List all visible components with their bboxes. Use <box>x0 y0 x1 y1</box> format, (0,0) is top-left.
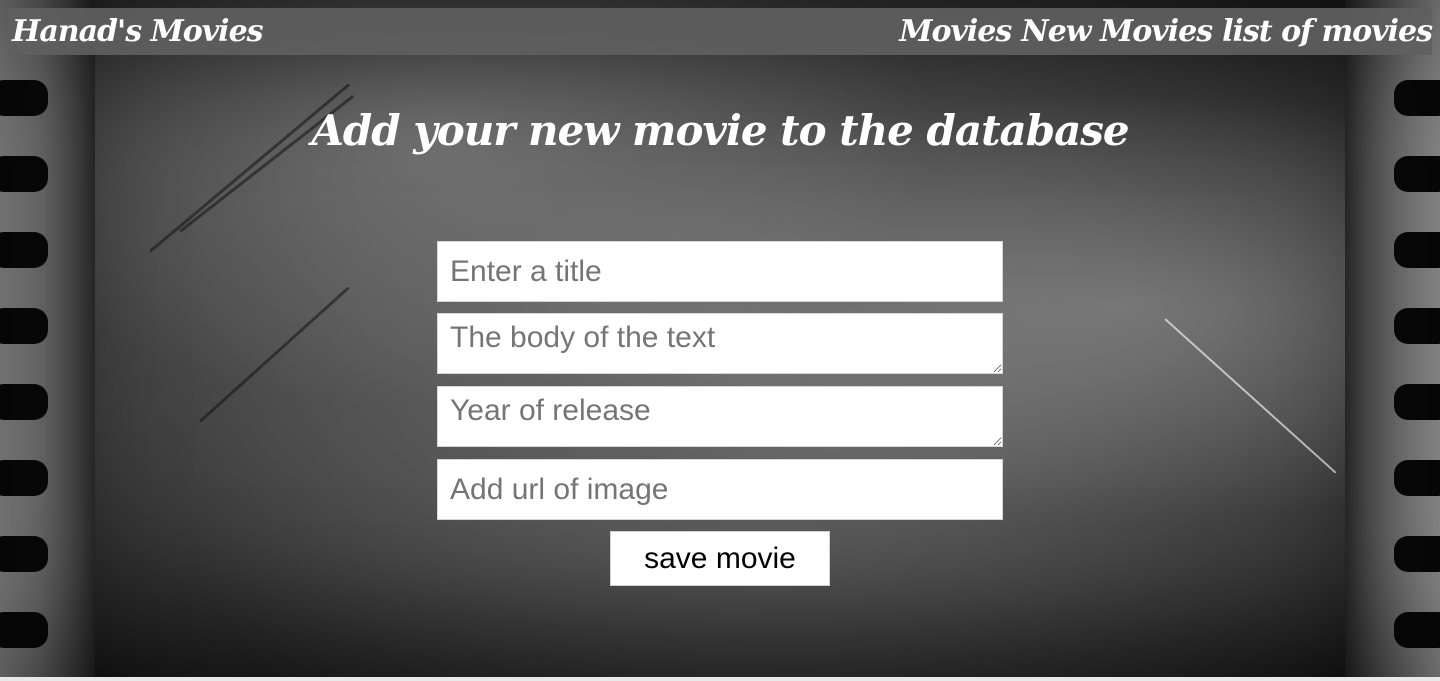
body-textarea[interactable] <box>437 313 1003 374</box>
title-input[interactable] <box>437 241 1003 302</box>
bottom-strip <box>0 677 1440 681</box>
nav-link-movies[interactable]: Movies <box>899 14 1012 49</box>
nav-link-new-movies[interactable]: New Movies <box>1021 14 1213 49</box>
image-url-input[interactable] <box>437 459 1003 520</box>
navbar: Hanad's Movies Movies New Movies list of… <box>8 8 1433 55</box>
page-title: Add your new movie to the database <box>311 106 1129 155</box>
brand-link[interactable]: Hanad's Movies <box>12 14 264 49</box>
save-movie-button[interactable]: save movie <box>610 531 830 586</box>
nav-link-list-of-movies[interactable]: list of movies <box>1222 14 1433 49</box>
year-textarea[interactable] <box>437 386 1003 447</box>
nav-links: Movies New Movies list of movies <box>899 14 1433 49</box>
